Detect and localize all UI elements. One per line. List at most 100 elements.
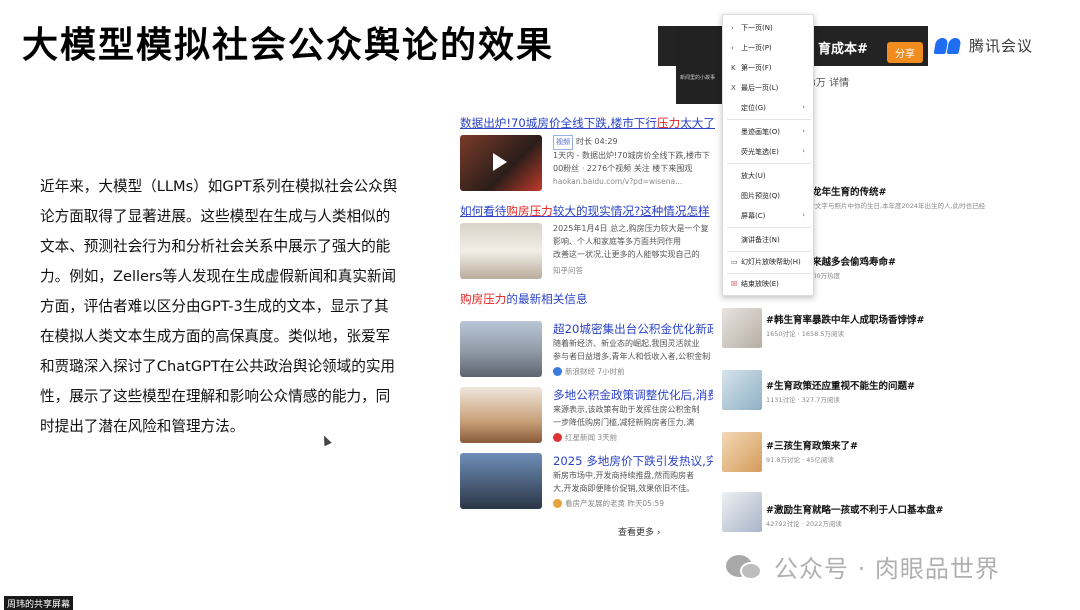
topic-title[interactable]: #韩生育率暴跌中年人成职场香饽饽# [766,312,924,326]
result-title-highlight: 压力 [657,116,681,130]
menu-separator [727,163,811,164]
topic-meta: 91.8万讨论 · 45亿阅读 [766,456,834,464]
menu-item-screen[interactable]: 屏幕(C) › [731,211,811,221]
news-snippet: 大,开发商即便降价促销,效果依旧不佳。 [553,484,695,493]
result-title-link[interactable]: 如何看待购房压力较大的现实情况?这种情况怎样 [460,203,728,219]
news-source[interactable]: 看房产发展的老黄 昨天05:59 [553,498,664,509]
menu-item-help[interactable]: ▭ 幻灯片放映帮助(H) [731,257,811,267]
source-avatar [553,499,562,508]
result-snippet: 00粉丝 · 2276个视频 关注 楼下来围观 [553,164,693,173]
menu-item-label: 下一页(N) [741,24,773,32]
result-title-link[interactable]: 数据出炉!70城房价全线下跌,楼市下行压力太大了 [460,115,728,131]
snippet-text: 时长 04:29 [576,137,618,146]
body-line: 力。例如，Zellers等人发现在生成虚假新闻和真实新闻 [40,268,397,285]
news-title-link[interactable]: 超20城密集出台公积金优化新政,惠 [553,321,713,337]
menu-separator [727,227,811,228]
menu-item-label: 最后一页(L) [741,84,779,92]
source-name: 看房产发展的老黄 [565,499,625,508]
menu-item-label: 定位(G) [741,104,766,112]
video-caption: 新闻里的小故事 [680,75,716,81]
submenu-arrow-icon: › [802,147,805,155]
menu-item-label: 荧光笔选(E) [741,148,779,156]
related-heading-highlight: 购房压力 [460,292,507,306]
menu-item-zoom[interactable]: 放大(U) [731,171,811,181]
submenu-arrow-icon: › [802,211,805,219]
search-results-panel: 数据出炉!70城房价全线下跌,楼市下行压力太大了 视频 时长 04:29 1天内 … [450,105,720,545]
topic-meta: 42792讨论 · 2022万阅读 [766,520,842,528]
menu-item-label: 演讲备注(N) [741,236,780,244]
news-thumbnail[interactable] [460,387,542,443]
topic-thumbnail[interactable] [722,370,762,410]
menu-item-label: 屏幕(C) [741,212,766,220]
topic-thumbnail[interactable] [722,492,762,532]
chevron-right-icon: › [731,24,734,32]
news-snippet: 一步降低购房门槛,减轻新购房者压力,满 [553,418,695,427]
result-source[interactable]: 知乎问答 [553,265,583,276]
menu-item-pen[interactable]: 墨迹画笔(O) › [731,127,811,137]
news-snippet: 参与者日益增多,青年人和低收入者,公积金制 [553,352,711,361]
news-title-link[interactable]: 多地公积金政策调整优化后,消费者 [553,387,713,403]
news-time: 昨天05:59 [627,499,665,508]
first-page-icon: K [731,64,736,72]
news-snippet: 来源表示,该政策有助于发挥住房公积金制 [553,405,700,414]
body-line: 在模拟人类文本生成方面的高保真度。类似地，张爱军 [40,328,391,345]
slide-body-text: 近年来，大模型（LLMs）如GPT系列在模拟社会公众舆 论方面取得了显著进展。这… [40,172,435,442]
source-avatar [553,433,562,442]
context-menu: › 下一页(N) ‹ 上一页(P) K 第一页(F) X 最后一页(L) 定位(G) › … [722,14,814,296]
menu-item-first[interactable]: K 第一页(F) [731,63,811,73]
menu-item-label: 墨迹画笔(O) [741,128,780,136]
submenu-arrow-icon: › [802,103,805,111]
source-name: 新浪财经 [565,367,595,376]
result-title-text: 太大了 [680,116,715,130]
video-result-thumbnail[interactable] [460,135,542,191]
help-window-icon: ▭ [731,258,738,266]
related-news-heading[interactable]: 购房压力的最新相关信息 [460,291,728,307]
menu-item-label: 结束放映(E) [741,280,779,288]
source-avatar [553,367,562,376]
menu-item-end-show[interactable]: ☒ 结束放映(E) [731,279,811,289]
menu-item-preview[interactable]: 图片预览(Q) [731,191,811,201]
news-source[interactable]: 红星新闻 3天前 [553,432,617,443]
news-source[interactable]: 新浪财经 7小时前 [553,366,625,377]
topic-thumbnail[interactable] [722,432,762,472]
share-button[interactable]: 分享 [887,42,923,63]
screen-share-label: 周玮的共享屏幕 [4,596,74,610]
body-line: 性，展示了这些模型在理解和影响公众情感的能力，同 [40,388,391,405]
slide-title: 大模型模拟社会公众舆论的效果 [22,25,555,66]
see-more-link[interactable]: 查看更多 › [618,525,660,538]
menu-item-label: 幻灯片放映帮助(H) [741,258,801,266]
menu-item-previous[interactable]: ‹ 上一页(P) [731,43,811,53]
related-heading-text: 的最新相关信息 [506,292,588,306]
result-snippet: 改善这一状况,让更多的人能够实现自己的 [553,250,700,259]
topic-title[interactable]: #三孩生育政策来了# [766,438,858,452]
body-line: 文本、预测社会行为和分析社会关系中展示了强大的能 [40,238,391,255]
menu-separator [727,251,811,252]
menu-item-label: 放大(U) [741,172,766,180]
watermark-text: 公众号 · 肉眼品世界 [774,555,1000,583]
news-time: 3天前 [597,433,618,442]
result-snippet: 影响、个人和家庭等多方面共同作用 [553,237,681,246]
news-time: 7小时前 [597,367,625,376]
menu-item-goto[interactable]: 定位(G) › [731,103,811,113]
topic-title[interactable]: #激励生育就略一孩或不利于人口基本盘# [766,502,943,516]
body-line: 时提出了潜在风险和管理方法。 [40,418,245,435]
news-thumbnail[interactable] [460,321,542,377]
result-title-highlight: 购房压力 [506,204,553,218]
topic-thumbnail[interactable] [722,308,762,348]
menu-separator [727,273,811,274]
tencent-meeting-logo-icon [933,36,963,54]
result-thumbnail[interactable] [460,223,542,279]
result-snippet: 2025年1月4日 总之,购房压力较大是一个复 [553,224,709,233]
close-box-icon: ☒ [731,280,738,288]
result-source[interactable]: haokan.baidu.com/v?pd=wisena... [553,177,682,186]
chevron-left-icon: ‹ [731,44,734,52]
news-snippet: 随着新经济、新业态的崛起,我国灵活就业 [553,339,700,348]
menu-item-notes[interactable]: 演讲备注(N) [731,235,811,245]
menu-item-last[interactable]: X 最后一页(L) [731,83,811,93]
news-title-link[interactable]: 2025 多地房价下跌引发热议,究竟 [553,453,713,469]
news-thumbnail[interactable] [460,453,542,509]
topic-title[interactable]: #生育政策还应重视不能生的问题# [766,378,915,392]
menu-item-label: 上一页(P) [741,44,772,52]
menu-item-next[interactable]: › 下一页(N) [731,23,811,33]
menu-item-highlighter[interactable]: 荧光笔选(E) › [731,147,811,157]
